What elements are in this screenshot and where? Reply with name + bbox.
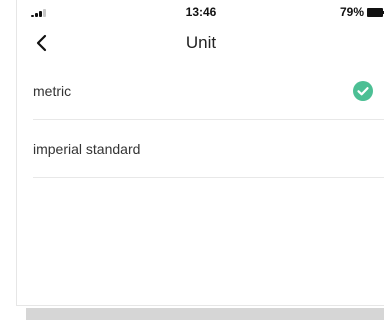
check-circle-icon: [353, 80, 373, 101]
navigation-bar: Unit: [17, 26, 384, 62]
status-bar: 13:46 79%: [17, 0, 384, 26]
status-time: 13:46: [185, 5, 217, 19]
phone-screen: 13:46 79% Unit metric imperial standard: [16, 0, 384, 306]
unit-option-metric[interactable]: metric: [33, 62, 384, 120]
unit-option-label: imperial standard: [33, 140, 141, 157]
page-title: Unit: [185, 33, 217, 52]
battery-indicator: 79%: [339, 5, 384, 19]
unit-options-list: metric imperial standard: [33, 62, 384, 178]
unit-option-imperial-standard[interactable]: imperial standard: [33, 120, 384, 178]
unit-option-label: metric: [33, 82, 72, 99]
bottom-scroll-strip: [26, 308, 384, 320]
app-screen: 13:46 79% Unit metric imperial standard: [0, 0, 384, 320]
battery-icon: [367, 7, 384, 17]
battery-percent: 79%: [339, 5, 364, 19]
